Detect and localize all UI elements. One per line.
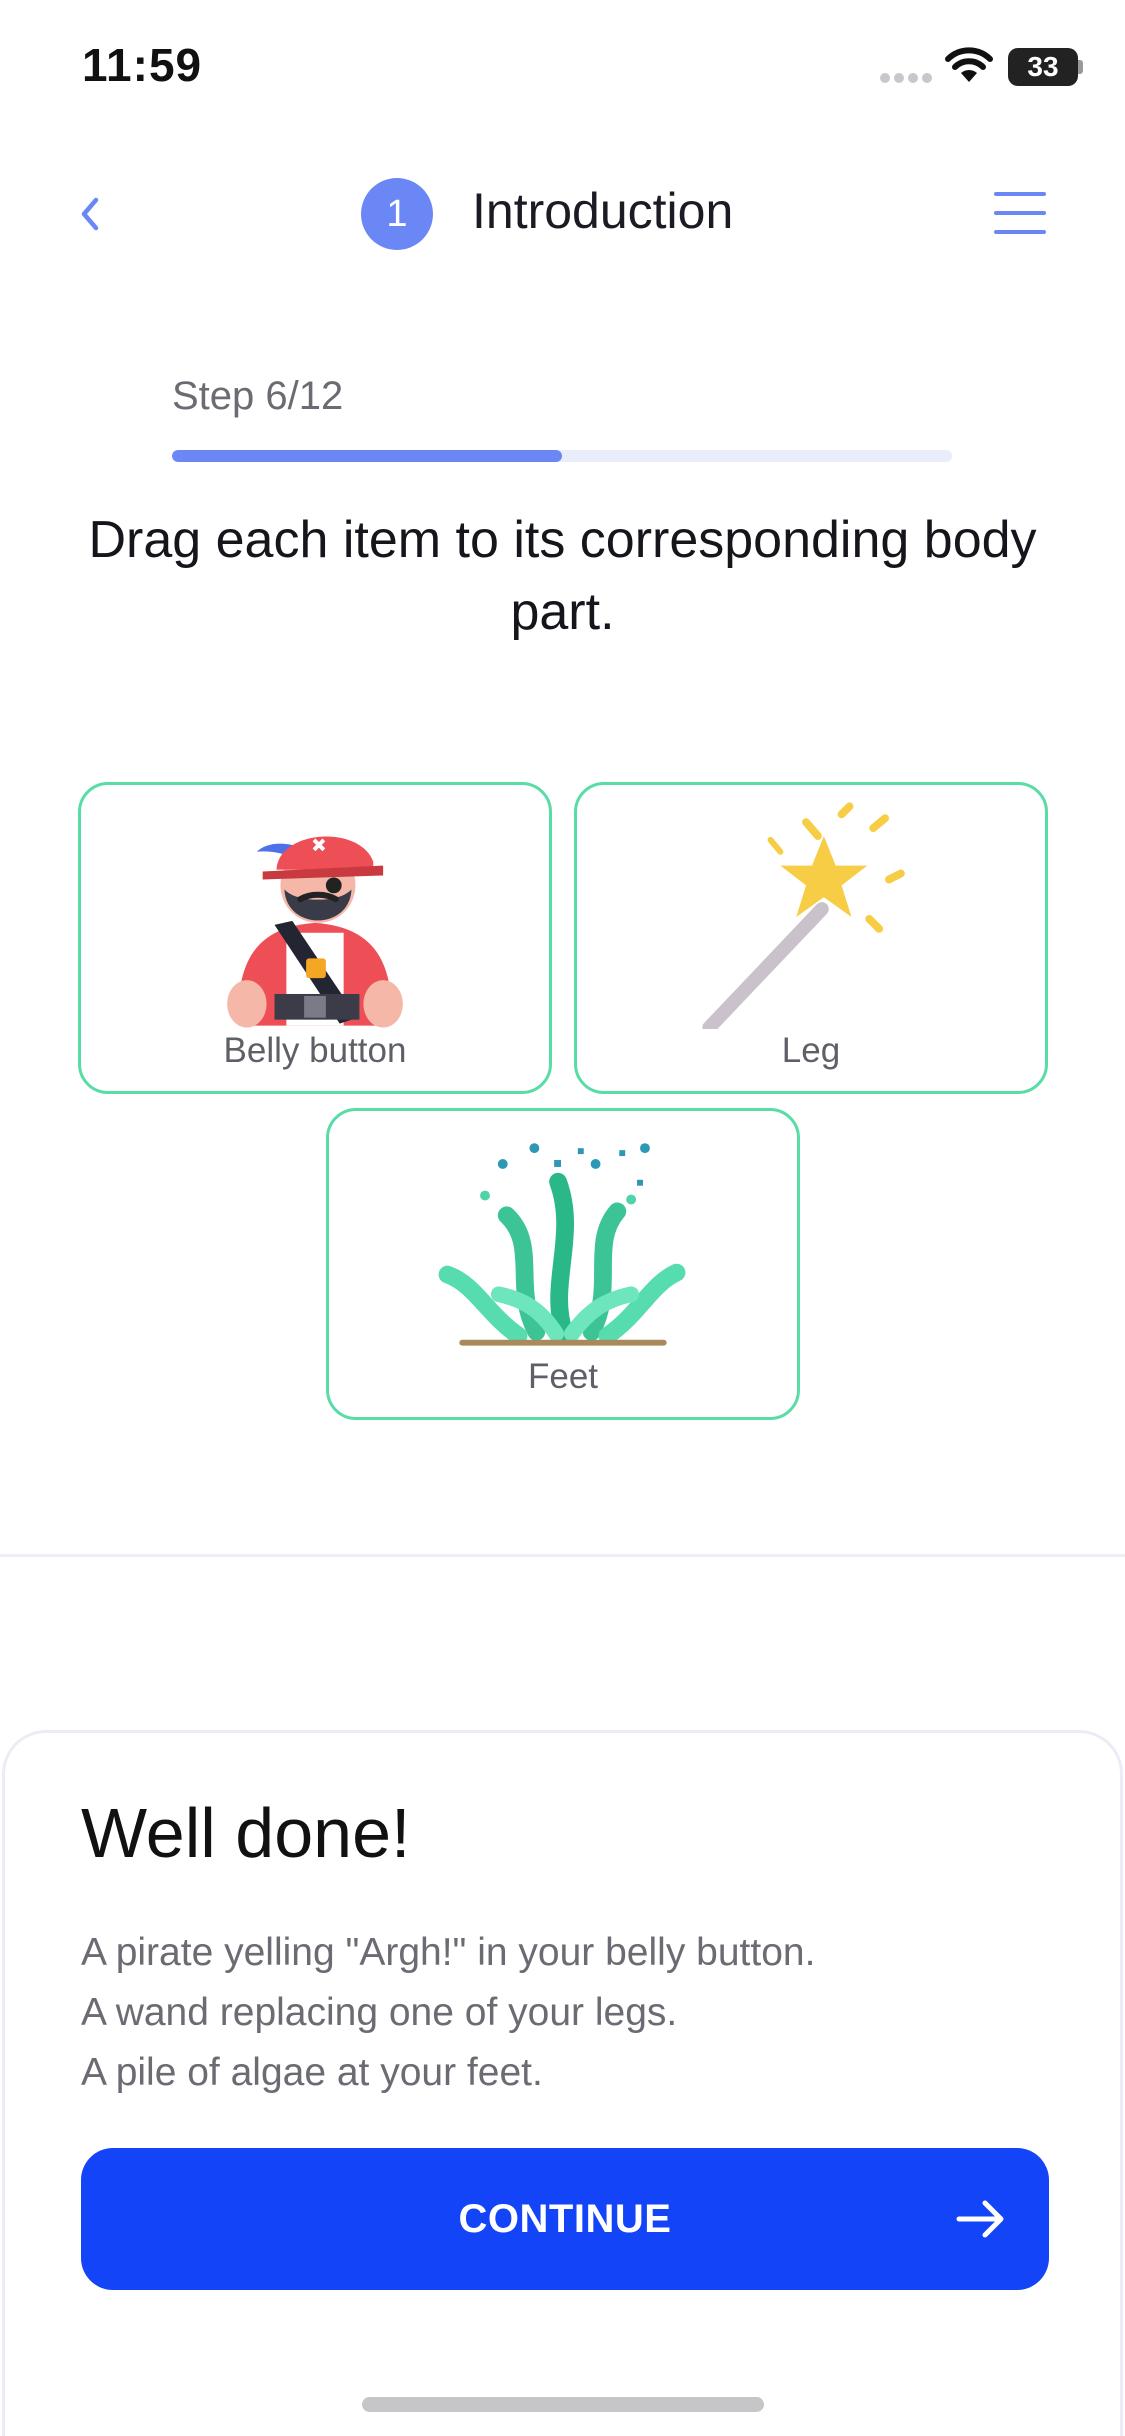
feedback-text: A pirate yelling "Argh!" in your belly b… (81, 1923, 1061, 2103)
draggable-card-belly-button[interactable]: Belly button (78, 782, 552, 1094)
wifi-icon (945, 47, 993, 82)
chevron-left-icon[interactable] (66, 190, 114, 238)
divider (0, 1554, 1125, 1557)
feedback-line: A pile of algae at your feet. (81, 2051, 543, 2094)
magic-wand-icon (702, 802, 905, 1029)
signal-icon (880, 70, 936, 84)
home-indicator (362, 2397, 764, 2412)
battery-indicator: 33 (1008, 48, 1078, 86)
continue-button-label: CONTINUE (458, 2197, 672, 2241)
header: 1 Introduction (0, 160, 1125, 270)
card-label: Leg (781, 1031, 841, 1070)
card-label: Feet (527, 1357, 599, 1396)
card-label: Belly button (223, 1031, 407, 1070)
feedback-title: Well done! (81, 1794, 411, 1872)
progress-fill (172, 450, 562, 462)
step-counter: Step 6/12 (172, 374, 344, 418)
draggable-card-leg[interactable]: Leg (574, 782, 1048, 1094)
status-bar: 11:59 33 (0, 0, 1125, 140)
progress-bar (172, 450, 952, 462)
arrow-right-icon (956, 2200, 1004, 2238)
status-time: 11:59 (82, 39, 203, 91)
draggable-card-feet[interactable]: Feet (326, 1108, 800, 1420)
feedback-line: A pirate yelling "Argh!" in your belly b… (81, 1931, 816, 1974)
hamburger-menu-icon[interactable] (994, 192, 1046, 238)
algae-icon (438, 1143, 686, 1346)
section-number-badge: 1 (361, 178, 433, 250)
feedback-line: A wand replacing one of your legs. (81, 1991, 678, 2034)
instruction-text: Drag each item to its corresponding body… (88, 511, 1037, 641)
battery-cap (1078, 60, 1083, 74)
pirate-icon (227, 836, 403, 1028)
page-title: Introduction (472, 183, 734, 239)
feedback-sheet: Well done! A pirate yelling "Argh!" in y… (2, 1730, 1123, 2436)
continue-button[interactable]: CONTINUE (81, 2148, 1049, 2290)
